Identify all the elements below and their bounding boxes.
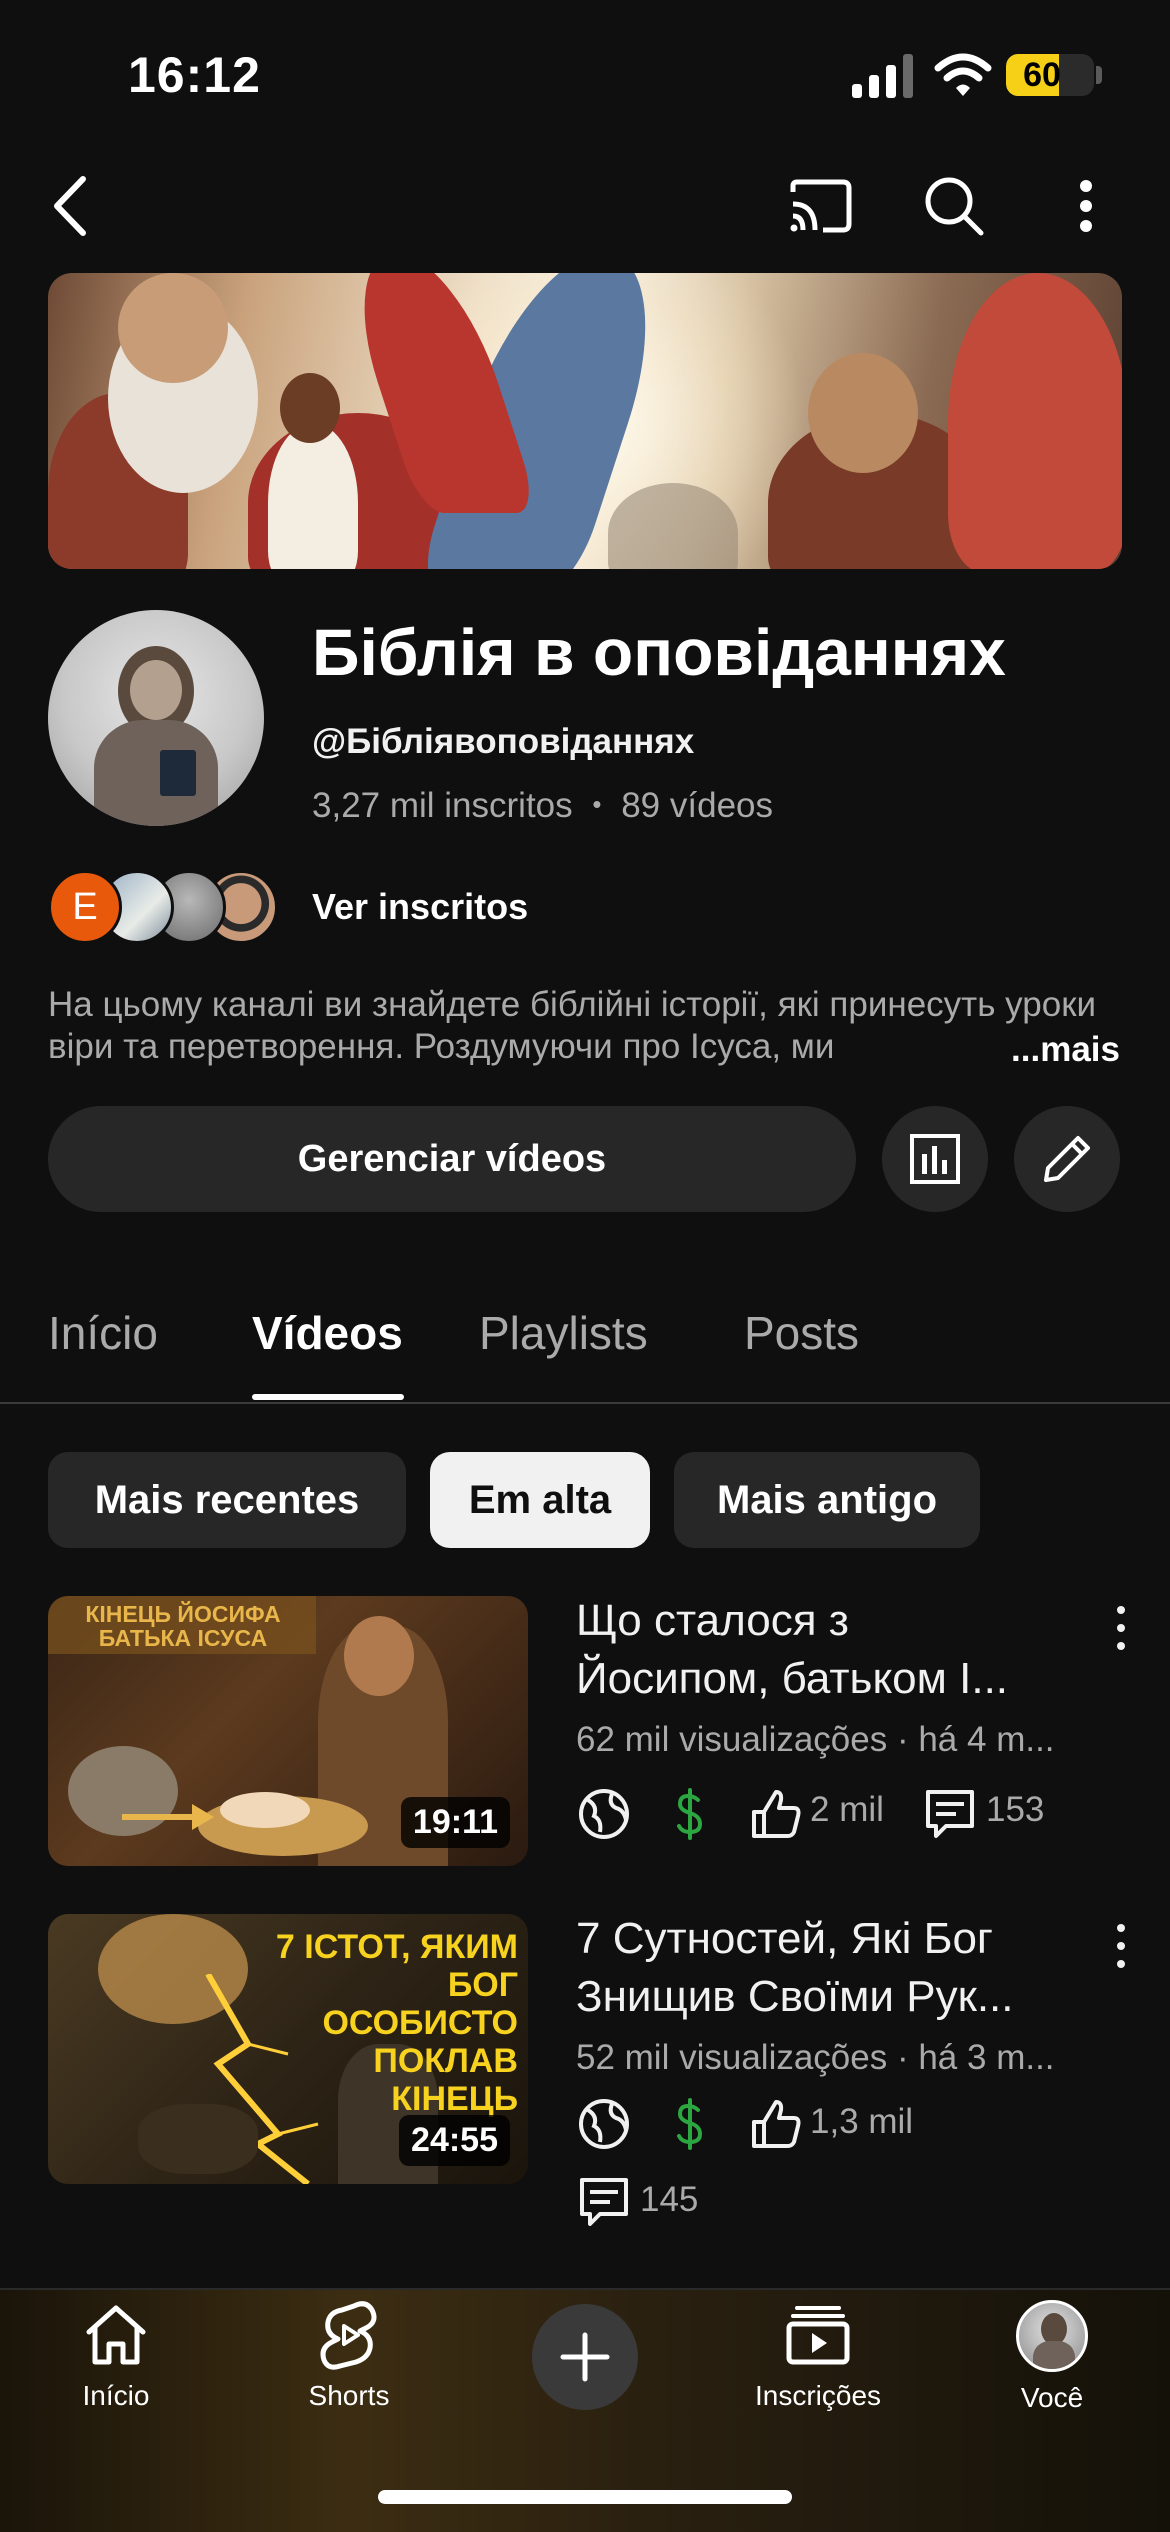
battery-percent: 60: [1023, 56, 1061, 94]
monetization-icon: [677, 2098, 703, 2150]
channel-banner: [48, 273, 1122, 569]
thumbnail-text-line: ПОКЛАВ КІНЕЦЬ: [373, 2042, 518, 2118]
tab-posts[interactable]: Posts: [744, 1306, 859, 1360]
video-thumbnail[interactable]: 7 ІСТОТ, ЯКИМ БОГ ОСОБИСТО ПОКЛАВ КІНЕЦЬ…: [48, 1914, 528, 2184]
video-title-line: Йосипом, батьком І...: [576, 1654, 1009, 1703]
tab-playlists[interactable]: Playlists: [479, 1306, 648, 1360]
monetization-icon: [677, 1788, 703, 1840]
subscriber-avatar: E: [48, 870, 122, 944]
nav-shorts[interactable]: Shorts: [259, 2300, 439, 2430]
video-title[interactable]: 7 Сутностей, Які Бог Знищив Своїми Рук..…: [576, 1910, 1096, 2026]
chip-popular[interactable]: Em alta: [430, 1452, 650, 1548]
nav-subscriptions[interactable]: Inscrições: [728, 2300, 908, 2430]
chip-oldest[interactable]: Mais antigo: [674, 1452, 980, 1548]
avatar: [1016, 2300, 1088, 2372]
subscriber-initial: E: [72, 885, 98, 928]
channel-handle: @Бібліявоповіданнях: [312, 722, 695, 761]
cellular-signal-icon: [852, 54, 913, 98]
nav-you[interactable]: Você: [962, 2300, 1142, 2430]
more-vert-icon: [1080, 180, 1092, 232]
home-indicator: [378, 2490, 792, 2504]
thumbnail-text-line: 7 ІСТОТ, ЯКИМ: [275, 1928, 518, 1966]
plus-icon: [560, 2332, 610, 2382]
back-icon: [54, 176, 86, 236]
like-icon: [752, 2100, 801, 2148]
video-meta: 62 mil visualizações · há 4 m...: [576, 1720, 1055, 1759]
analytics-button[interactable]: [882, 1106, 988, 1212]
analytics-icon: [910, 1134, 960, 1184]
video-menu-button[interactable]: [1106, 1916, 1136, 1976]
video-title-line: Знищив Своїми Рук...: [576, 1972, 1014, 2021]
video-title[interactable]: Що сталося з Йосипом, батьком І...: [576, 1592, 1096, 1708]
view-subscribers-link[interactable]: Ver inscritos: [312, 886, 528, 928]
stats-separator: •: [592, 789, 602, 819]
subscriptions-icon: [786, 2306, 850, 2365]
channel-avatar[interactable]: [48, 610, 264, 826]
manage-videos-button[interactable]: Gerenciar vídeos: [48, 1106, 856, 1212]
pencil-icon: [1044, 1136, 1090, 1182]
video-meta: 52 mil visualizações · há 3 m...: [576, 2038, 1055, 2077]
status-time: 16:12: [128, 47, 261, 103]
thumbnail-text: 7 ІСТОТ, ЯКИМ БОГ ОСОБИСТО ПОКЛАВ КІНЕЦЬ: [248, 1928, 518, 2118]
nav-label: Início: [82, 2380, 150, 2411]
thumbnail-text: КІНЕЦЬ ЙОСИФА БАТЬКА ІСУСА: [85, 1601, 281, 1651]
active-tab-indicator: [252, 1394, 404, 1400]
subscriber-count: 3,27 mil inscritos: [312, 786, 573, 825]
nav-label: Você: [1020, 2382, 1084, 2413]
video-menu-button[interactable]: [1106, 1598, 1136, 1658]
nav-home[interactable]: Início: [26, 2300, 206, 2430]
create-button[interactable]: [532, 2304, 638, 2410]
subscriber-avatars[interactable]: E: [48, 870, 288, 944]
channel-stats: 3,27 mil inscritos • 89 vídeos: [312, 786, 773, 826]
tab-inicio[interactable]: Início: [48, 1306, 158, 1360]
edit-channel-button[interactable]: [1014, 1106, 1120, 1212]
battery-indicator: 60: [1006, 54, 1094, 96]
like-icon: [752, 1790, 801, 1838]
globe-icon: [579, 2099, 629, 2149]
comment-count: 153: [986, 1790, 1045, 1829]
search-button[interactable]: [914, 166, 994, 246]
comment-icon: [580, 2178, 628, 2226]
wifi-icon: [934, 53, 992, 96]
video-title-line: Що сталося з: [576, 1596, 849, 1645]
battery-nub: [1096, 66, 1102, 84]
home-icon: [86, 2305, 146, 2365]
tab-videos[interactable]: Vídeos: [252, 1306, 403, 1360]
comment-icon: [926, 1790, 974, 1838]
like-count: 2 mil: [810, 1790, 884, 1829]
globe-icon: [579, 1789, 629, 1839]
thumbnail-text-line: БОГ ОСОБИСТО: [322, 1966, 518, 2042]
video-thumbnail[interactable]: КІНЕЦЬ ЙОСИФА БАТЬКА ІСУСА 19:11: [48, 1596, 528, 1866]
cast-button[interactable]: [780, 166, 860, 246]
cast-icon: [790, 179, 852, 233]
more-options-button[interactable]: [1046, 166, 1126, 246]
video-count: 89 vídeos: [621, 786, 773, 825]
video-duration: 24:55: [399, 2115, 510, 2166]
channel-name: Біблія в оповіданнях: [312, 615, 1006, 689]
nav-label: Shorts: [308, 2380, 390, 2411]
video-title-line: 7 Сутностей, Які Бог: [576, 1914, 993, 1963]
description-more-link[interactable]: ...mais: [951, 1030, 1120, 1070]
like-count: 1,3 mil: [810, 2102, 914, 2141]
tabs-divider: [0, 1402, 1170, 1404]
search-icon: [925, 177, 984, 236]
video-duration: 19:11: [400, 1797, 510, 1848]
shorts-icon: [320, 2301, 377, 2370]
back-button[interactable]: [30, 166, 110, 246]
chip-most-recent[interactable]: Mais recentes: [48, 1452, 406, 1548]
comment-count: 145: [640, 2180, 699, 2219]
nav-label: Inscrições: [754, 2380, 882, 2411]
